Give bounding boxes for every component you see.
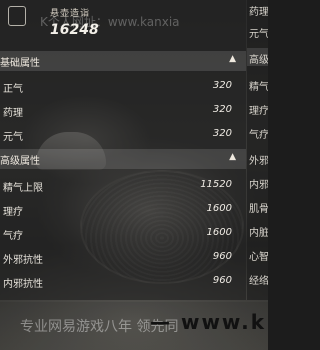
secondary-item: 外邪 [249, 156, 268, 167]
attribute-row-waixie-resist: 外邪抗性 960 [0, 247, 246, 269]
attribute-panel: 悬壶造诣 16248 基础属性 ▲ 正气 320 药理 320 元气 320 高… [0, 0, 246, 300]
section-title-basic: 基础属性 [0, 58, 40, 69]
secondary-item: 元气 [249, 29, 268, 40]
attribute-row-jingqi-max: 精气上限 11520 [0, 175, 246, 197]
attribute-row-liliao: 理疗 1600 [0, 199, 246, 221]
secondary-item: 药理 [249, 7, 268, 18]
section-advanced-attributes[interactable]: 高级属性 ▲ [0, 149, 246, 169]
attribute-label: 理疗 [3, 207, 23, 218]
attribute-label: 气疗 [3, 231, 23, 242]
section-title-advanced: 高级属性 [0, 156, 40, 167]
skill-emblem-icon [8, 6, 26, 26]
section-basic-attributes[interactable]: 基础属性 ▲ [0, 51, 246, 71]
attribute-label: 精气上限 [3, 183, 43, 194]
collapse-arrow-icon[interactable]: ▲ [229, 54, 236, 64]
attribute-value: 320 [212, 104, 232, 115]
attribute-label: 元气 [3, 132, 23, 143]
attribute-row-yuanqi: 元气 320 [0, 124, 246, 146]
attribute-label: 外邪抗性 [3, 255, 43, 266]
attribute-row-zhengqi: 正气 320 [0, 76, 246, 98]
attribute-row-yaoli: 药理 320 [0, 100, 246, 122]
watermark-top-text: K个人网址：www.kanxia [40, 15, 180, 29]
attribute-label: 正气 [3, 84, 23, 95]
attribute-value: 320 [212, 128, 232, 139]
secondary-item: 理疗 [249, 106, 268, 117]
secondary-item: 气疗 [249, 130, 268, 141]
secondary-item: 心智 [249, 252, 268, 263]
attribute-label: 药理 [3, 108, 23, 119]
attribute-label: 内邪抗性 [3, 279, 43, 290]
watermark-bottom: 专业网易游戏八年 领先同 — www.k [0, 302, 268, 350]
attribute-row-neixie-resist: 内邪抗性 960 [0, 271, 246, 293]
secondary-attribute-panel: 药理 元气 高级 精气 理疗 气疗 外邪 内邪 肌骨 内脏 心智 经络 [247, 0, 268, 300]
secondary-item: 肌骨 [249, 204, 268, 215]
secondary-item: 内脏 [249, 228, 268, 239]
attribute-value: 320 [212, 80, 232, 91]
secondary-item: 内邪 [249, 180, 268, 191]
attribute-value: 1600 [206, 203, 232, 214]
secondary-item: 高级 [249, 55, 268, 66]
attribute-row-qiliao: 气疗 1600 [0, 223, 246, 245]
secondary-item: 经络 [249, 276, 268, 287]
collapse-arrow-icon[interactable]: ▲ [229, 152, 236, 162]
secondary-item: 精气 [249, 82, 268, 93]
attribute-value: 960 [212, 251, 232, 262]
attribute-value: 11520 [200, 179, 232, 190]
watermark-url: — www.k [150, 310, 267, 334]
attribute-value: 1600 [206, 227, 232, 238]
attribute-value: 960 [212, 275, 232, 286]
